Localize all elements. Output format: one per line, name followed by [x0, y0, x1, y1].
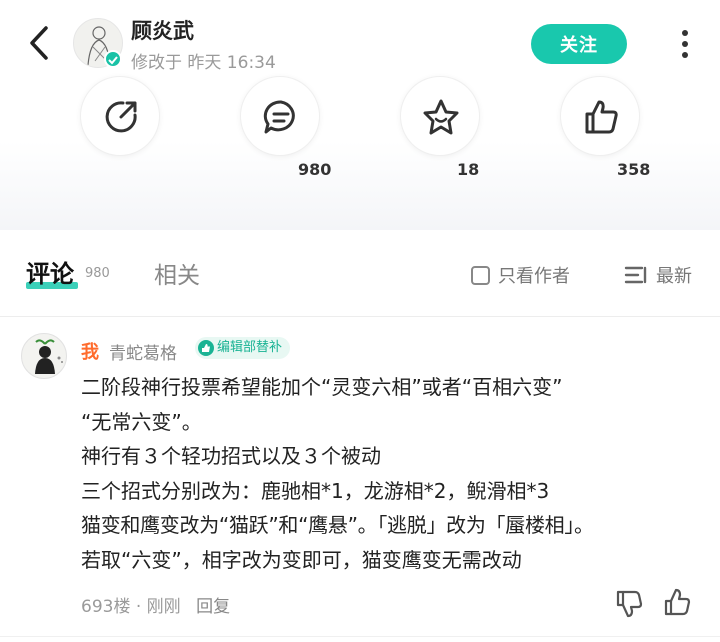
thumbs-up-icon[interactable] — [662, 588, 692, 618]
only-author-toggle[interactable]: 只看作者 — [471, 262, 570, 288]
edit-time: 修改于 昨天 16:34 — [131, 53, 276, 73]
sort-label: 最新 — [656, 266, 692, 287]
comment-body: 二阶段神行投票希望能加个“灵变六相”或者“百相六变” “无常六变”。 神行有３个… — [81, 370, 711, 577]
commenter-avatar[interactable] — [21, 333, 67, 379]
divider — [0, 316, 720, 317]
comment-count: 980 — [298, 160, 332, 179]
comment-line: “无常六变”。 — [81, 409, 202, 434]
comment-time: 刚刚 — [146, 597, 181, 617]
reply-button[interactable]: 回复 — [196, 597, 230, 617]
like-count: 358 — [617, 160, 651, 179]
author-name[interactable]: 顾炎武 — [131, 15, 194, 45]
action-row: 980 18 358 — [0, 76, 720, 230]
comment-meta: 693楼 · 刚刚 回复 — [81, 597, 231, 617]
thumbs-up-badge-icon — [198, 340, 214, 356]
comment-tabs: 评论 980 相关 只看作者 最新 — [0, 230, 720, 316]
back-arrow-icon[interactable] — [22, 22, 58, 64]
tab-comments[interactable]: 评论 — [26, 254, 74, 289]
favorite-count: 18 — [457, 160, 480, 179]
tab-related[interactable]: 相关 — [154, 256, 200, 290]
badge-label: 编辑部替补 — [217, 340, 283, 355]
like-button[interactable] — [560, 76, 640, 156]
comment-line: 猫变和鹰变改为“猫跃”和“鹰悬”。「逃脱」改为「蜃楼相」。 — [81, 513, 594, 537]
comment-button[interactable] — [240, 76, 320, 156]
tab-comments-count: 980 — [85, 266, 110, 281]
comment-line: 若取“六变”，相字改为变即可，猫变鹰变无需改动 — [81, 547, 522, 572]
favorite-button[interactable] — [400, 76, 480, 156]
comment-line: 三个招式分别改为：鹿驰相*1，龙游相*2，鲵滑相*3 — [81, 478, 550, 503]
divider — [0, 636, 720, 637]
only-author-label: 只看作者 — [498, 266, 570, 287]
editor-badge: 编辑部替补 — [195, 337, 291, 359]
comment-icon — [263, 100, 295, 134]
thumbs-up-icon — [585, 100, 618, 134]
more-options-icon[interactable] — [674, 26, 696, 62]
share-icon — [105, 101, 137, 133]
comment-line: 二阶段神行投票希望能加个“灵变六相”或者“百相六变” — [81, 375, 563, 399]
checkbox-icon[interactable] — [471, 265, 490, 285]
floor-number: 693楼 — [81, 597, 131, 617]
thumbs-down-icon[interactable] — [614, 588, 644, 618]
sort-icon — [624, 266, 647, 284]
me-label: 我 — [81, 342, 99, 363]
sort-latest-button[interactable]: 最新 — [624, 262, 692, 288]
follow-button[interactable]: 关注 — [531, 24, 627, 64]
share-button[interactable] — [80, 76, 160, 156]
star-icon — [423, 99, 459, 135]
comment-line: 神行有３个轻功招式以及３个被动 — [81, 444, 381, 468]
top-bar: 顾炎武 修改于 昨天 16:34 关注 — [0, 0, 720, 82]
commenter-name[interactable]: 青蛇葛格 — [109, 339, 177, 364]
verified-badge-icon — [104, 50, 122, 68]
